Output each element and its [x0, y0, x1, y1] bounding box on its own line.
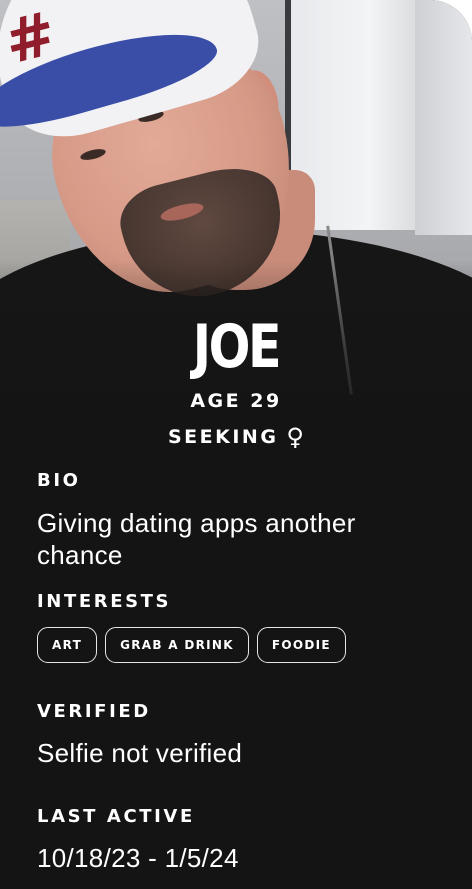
profile-card: # JOE AGE 29 SEEKING ♀ BIO Giving dating…: [0, 0, 472, 889]
female-symbol-icon: ♀: [286, 423, 304, 451]
bio-text: Giving dating apps another chance: [37, 508, 356, 570]
interests-heading: INTERESTS: [37, 591, 172, 612]
interest-chip: GRAB A DRINK: [105, 627, 249, 663]
seeking-label: SEEKING: [167, 426, 279, 448]
seeking-row: SEEKING ♀: [0, 423, 472, 451]
last-active-heading: LAST ACTIVE: [37, 806, 195, 827]
interest-chip: FOODIE: [256, 627, 346, 663]
profile-name: JOE: [192, 312, 282, 382]
verified-text: Selfie not verified: [37, 738, 243, 768]
last-active-text: 10/18/23 - 1/5/24: [37, 843, 239, 873]
interest-chip: ART: [37, 627, 98, 663]
verified-heading: VERIFIED: [37, 701, 151, 722]
profile-age: AGE 29: [190, 390, 282, 412]
bio-heading: BIO: [37, 470, 81, 491]
interests-list: ART GRAB A DRINK FOODIE: [37, 627, 346, 663]
